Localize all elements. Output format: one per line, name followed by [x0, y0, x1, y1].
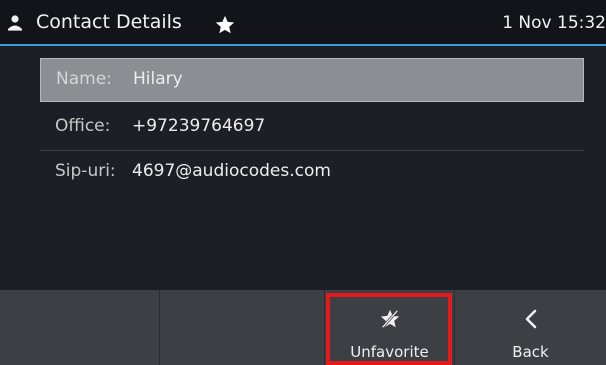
field-label: Office:: [55, 116, 111, 136]
field-label: Sip-uri:: [55, 161, 116, 181]
softkey-label: Back: [512, 343, 549, 361]
field-value: +97239764697: [132, 116, 266, 136]
user-icon: [8, 15, 22, 31]
contact-details: Name: Hilary Office: +97239764697 Sip-ur…: [0, 48, 606, 290]
contact-row-office[interactable]: Office: +97239764697: [40, 106, 584, 150]
chevron-left-icon: [525, 309, 536, 329]
star-icon: [215, 15, 235, 34]
highlight-box: [326, 293, 452, 365]
field-value: Hilary: [133, 69, 183, 89]
back-button[interactable]: Back: [455, 290, 606, 365]
softkey-empty-1[interactable]: [0, 290, 160, 365]
field-value: 4697@audiocodes.com: [132, 161, 331, 181]
softkey-bar: Unfavorite Back: [0, 290, 606, 365]
contact-row-sip-uri[interactable]: Sip-uri: 4697@audiocodes.com: [40, 151, 584, 195]
field-label: Name:: [56, 69, 112, 89]
softkey-empty-2[interactable]: [160, 290, 325, 365]
page-title: Contact Details: [36, 11, 182, 33]
header-bar: Contact Details 1 Nov 15:32: [0, 0, 606, 46]
contact-row-name[interactable]: Name: Hilary: [40, 58, 584, 102]
datetime-display: 1 Nov 15:32: [502, 13, 606, 33]
phone-screen: Contact Details 1 Nov 15:32 Name: Hilary…: [0, 0, 606, 365]
